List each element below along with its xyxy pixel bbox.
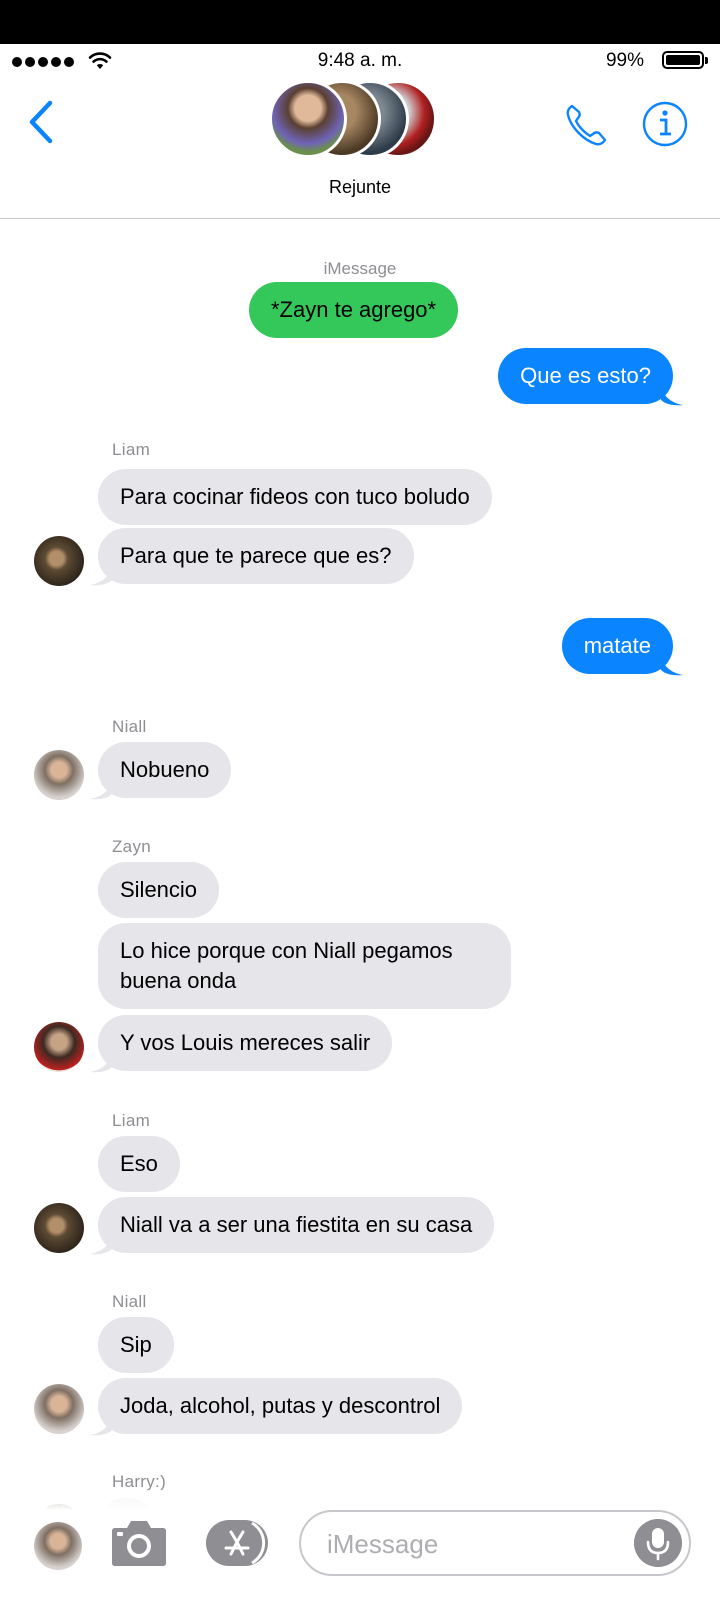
message-input-wrapper[interactable]: [299, 1510, 691, 1576]
avatar-self[interactable]: [34, 1522, 82, 1570]
battery-icon: [662, 51, 708, 69]
messages-app: 9:48 a. m. 99% Rejunte iMessage *Zayn te…: [0, 0, 720, 1600]
sender-name: Liam: [112, 440, 151, 459]
camera-icon[interactable]: [110, 1516, 168, 1568]
avatar-liam[interactable]: [34, 536, 84, 586]
microphone-icon[interactable]: [634, 1519, 682, 1567]
message-bubble-incoming[interactable]: Silencio: [98, 862, 220, 918]
message-bubble-incoming[interactable]: Niall va a ser una fiestita en su casa: [98, 1197, 495, 1253]
message-bubble-incoming[interactable]: Y vos Louis mereces salir: [98, 1015, 393, 1071]
status-bar: 9:48 a. m. 99%: [0, 44, 720, 78]
battery-level-fill: [666, 55, 700, 65]
bubble-tail: [90, 780, 112, 800]
info-icon[interactable]: [641, 100, 689, 148]
avatar-zayn[interactable]: [34, 1022, 84, 1072]
message-bubble-incoming[interactable]: Nobueno: [98, 742, 232, 798]
participant-avatar: [269, 80, 347, 158]
message-bubble-incoming[interactable]: Sip: [98, 1317, 174, 1373]
message-bubble-incoming[interactable]: Lo hice porque con Niall pegamos buena o…: [98, 923, 511, 1009]
message-bubble-outgoing[interactable]: Que es esto?: [498, 348, 673, 404]
bubble-tail: [661, 386, 683, 406]
message-bubble-incoming[interactable]: Eso: [98, 1136, 180, 1192]
avatar-liam[interactable]: [34, 1203, 84, 1253]
sender-name: Zayn: [112, 837, 151, 856]
message-composer: [0, 1490, 720, 1600]
app-store-icon[interactable]: [204, 1518, 272, 1568]
avatar-niall[interactable]: [34, 750, 84, 800]
avatar-niall[interactable]: [34, 1384, 84, 1434]
bubble-tail: [90, 1235, 112, 1255]
chevron-left-icon[interactable]: [24, 98, 64, 146]
bubble-tail: [661, 656, 683, 676]
sender-name: Liam: [112, 1111, 151, 1130]
conversation-header: Rejunte: [0, 78, 720, 219]
service-label: iMessage: [323, 259, 397, 278]
sender-name: Niall: [112, 1292, 147, 1311]
group-avatar-stack[interactable]: [269, 80, 445, 160]
bubble-tail: [90, 566, 112, 586]
sender-name: Harry:): [112, 1472, 167, 1491]
message-bubble-incoming[interactable]: Para que te parece que es?: [98, 528, 414, 584]
sender-name: Niall: [112, 717, 147, 736]
battery-percent: 99%: [605, 50, 644, 71]
group-name[interactable]: Rejunte: [0, 177, 720, 198]
phone-icon[interactable]: [562, 100, 612, 150]
bubble-tail: [90, 1416, 112, 1436]
message-bubble-incoming[interactable]: Para cocinar fideos con tuco boludo: [98, 469, 492, 525]
top-black-band: [0, 0, 720, 44]
message-bubble-outgoing[interactable]: matate: [561, 618, 673, 674]
message-bubble-outgoing-green[interactable]: *Zayn te agrego*: [249, 282, 459, 338]
bubble-tail: [90, 1053, 112, 1073]
message-bubble-incoming[interactable]: Joda, alcohol, putas y descontrol: [98, 1378, 463, 1434]
message-input[interactable]: [325, 1522, 629, 1566]
